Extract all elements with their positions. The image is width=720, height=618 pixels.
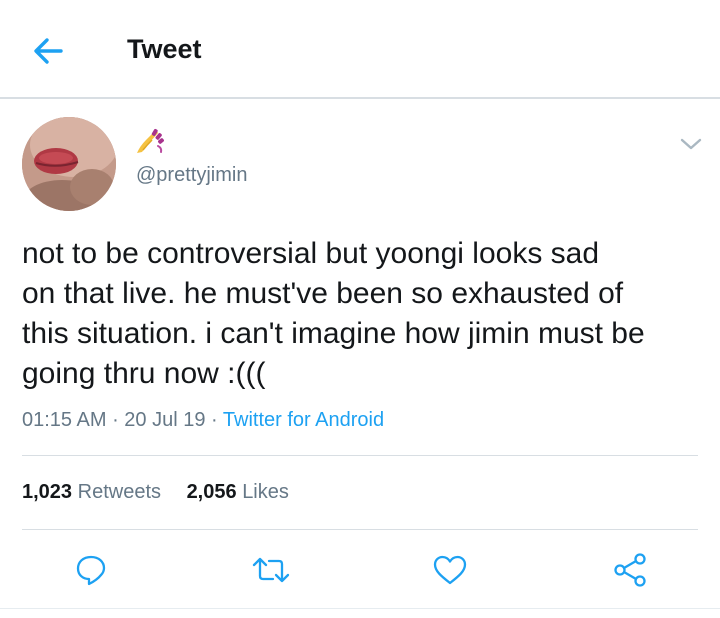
- tweet-text-line: this situation. i can't imagine how jimi…: [22, 317, 645, 350]
- retweet-icon: [252, 557, 290, 583]
- avatar[interactable]: [22, 117, 116, 211]
- speech-bubble-icon: [76, 555, 106, 586]
- tweet-source-link[interactable]: Twitter for Android: [223, 409, 384, 431]
- share-icon: [614, 553, 646, 587]
- likes-count: 2,056: [186, 481, 237, 503]
- divider: [0, 608, 720, 609]
- tweet-meta: 01:15 AM · 20 Jul 19 · Twitter for Andro…: [22, 409, 384, 432]
- page-title: Tweet: [127, 34, 202, 64]
- tweet-text-line: going thru now :(((: [22, 357, 266, 390]
- chevron-down-icon: [680, 138, 702, 150]
- retweets-stat[interactable]: 1,023 Retweets: [22, 481, 161, 504]
- likes-stat[interactable]: 2,056 Likes: [187, 481, 289, 504]
- likes-label: Likes: [242, 481, 289, 503]
- divider: [22, 455, 698, 456]
- user-handle[interactable]: @prettyjimin: [136, 164, 247, 187]
- tweet-date: 20 Jul 19: [124, 409, 206, 431]
- nail-polish-emoji-icon: [134, 126, 164, 156]
- tweet-stats: 1,023 Retweets 2,056 Likes: [22, 481, 309, 504]
- tweet-text: not to be controversial but yoongi looks…: [22, 234, 702, 394]
- divider: [22, 529, 698, 530]
- app-header: Tweet: [0, 0, 720, 99]
- avatar-image: [22, 117, 116, 211]
- tweet-time: 01:15 AM: [22, 409, 107, 431]
- heart-icon: [433, 555, 467, 585]
- reply-button[interactable]: [71, 548, 111, 592]
- retweets-label: Retweets: [77, 481, 161, 503]
- meta-separator: ·: [205, 409, 223, 431]
- like-button[interactable]: [430, 548, 470, 592]
- retweet-button[interactable]: [251, 548, 291, 592]
- retweets-count: 1,023: [22, 481, 73, 503]
- arrow-left-icon: [34, 38, 63, 64]
- action-bar: [0, 548, 720, 598]
- tweet-text-line: not to be controversial but yoongi looks…: [22, 237, 600, 270]
- back-button[interactable]: [30, 34, 66, 68]
- share-button[interactable]: [610, 548, 650, 592]
- tweet-options-button[interactable]: [678, 133, 704, 155]
- meta-separator: ·: [106, 409, 125, 431]
- tweet-text-line: on that live. he must've been so exhaust…: [22, 277, 624, 310]
